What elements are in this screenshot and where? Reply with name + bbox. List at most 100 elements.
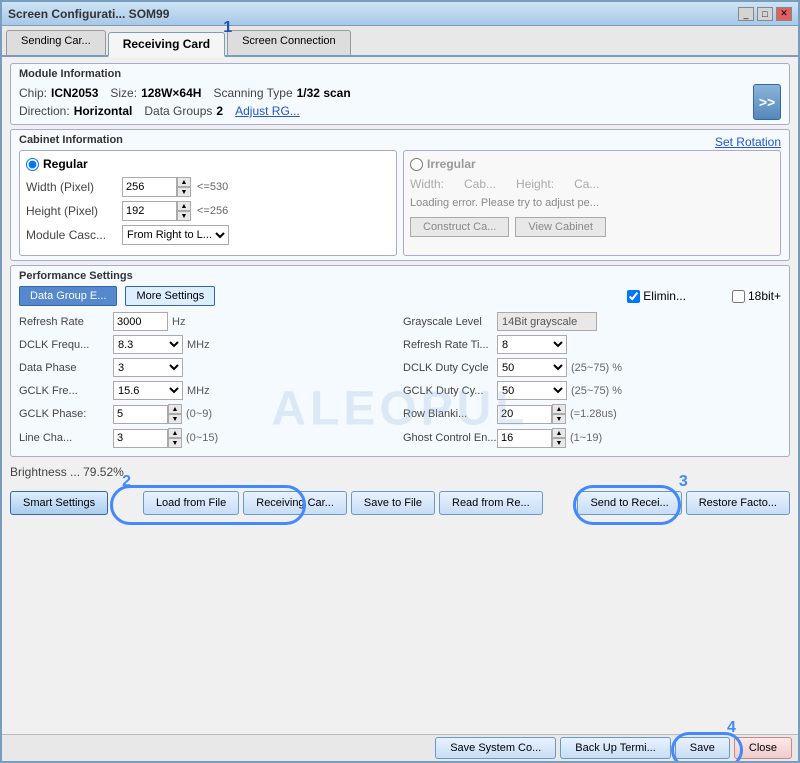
data-phase-label: Data Phase bbox=[19, 362, 109, 374]
irregular-buttons: Construct Ca... View Cabinet bbox=[410, 217, 774, 237]
ghost-control-spin-up[interactable]: ▲ bbox=[552, 428, 566, 438]
grayscale-row: Grayscale Level 14Bit grayscale bbox=[403, 312, 781, 331]
close-button[interactable]: ✕ bbox=[776, 7, 792, 21]
scanning-item: Scanning Type 1/32 scan bbox=[213, 86, 350, 100]
gclk-duty-cy-select[interactable]: 50 bbox=[497, 381, 567, 400]
height-row: Height (Pixel) ▲ ▼ <=256 bbox=[26, 201, 390, 221]
elimin-checkbox[interactable] bbox=[627, 290, 640, 303]
elimin-checkbox-label[interactable]: Elimin... bbox=[627, 289, 686, 303]
main-action-buttons: 2 Load from File Receiving Car... Save t… bbox=[112, 491, 573, 515]
maximize-button[interactable]: □ bbox=[757, 7, 773, 21]
title-bar: Screen Configurati... SOM99 _ □ ✕ bbox=[2, 2, 798, 26]
loading-error: Loading error. Please try to adjust pe..… bbox=[410, 197, 774, 209]
line-cha-spin-buttons: ▲ ▼ bbox=[168, 428, 182, 448]
line-cha-spin-down[interactable]: ▼ bbox=[168, 438, 182, 448]
construct-ca-button[interactable]: Construct Ca... bbox=[410, 217, 509, 237]
adjust-rg-item[interactable]: Adjust RG... bbox=[235, 104, 300, 118]
ghost-control-input[interactable] bbox=[497, 429, 552, 448]
data-group-button[interactable]: Data Group E... bbox=[19, 286, 117, 306]
ghost-control-spin-down[interactable]: ▼ bbox=[552, 438, 566, 448]
save-button[interactable]: Save bbox=[675, 737, 730, 759]
width-input[interactable] bbox=[122, 177, 177, 197]
regular-radio[interactable] bbox=[26, 158, 39, 171]
gclk-phase-label: GCLK Phase: bbox=[19, 408, 109, 420]
data-groups-item: Data Groups 2 bbox=[144, 104, 223, 118]
tab-screen-connection[interactable]: Screen Connection bbox=[227, 30, 351, 55]
minimize-button[interactable]: _ bbox=[738, 7, 754, 21]
irregular-radio[interactable] bbox=[410, 158, 423, 171]
gclk-phase-spinbox[interactable]: ▲ ▼ bbox=[113, 404, 182, 424]
cabinet-information-section: Cabinet Information Set Rotation Regular… bbox=[10, 129, 790, 261]
height-spin-down[interactable]: ▼ bbox=[177, 211, 191, 221]
irreg-ca-label: Ca... bbox=[574, 177, 599, 191]
arrow-forward-button[interactable]: >> bbox=[753, 84, 781, 120]
irregular-radio-label[interactable]: Irregular bbox=[410, 157, 774, 171]
refresh-rate-ti-select[interactable]: 8 bbox=[497, 335, 567, 354]
close-footer-button[interactable]: Close bbox=[734, 737, 792, 759]
irregular-panel: Irregular Width: Cab... Height: Ca... Lo… bbox=[403, 150, 781, 256]
line-cha-spinbox[interactable]: ▲ ▼ bbox=[113, 428, 182, 448]
dclk-duty-note: (25~75) % bbox=[571, 362, 622, 374]
performance-grid: Refresh Rate Hz DCLK Frequ... 8.3 MHz bbox=[19, 312, 781, 452]
dclk-duty-select[interactable]: 50 bbox=[497, 358, 567, 377]
row-blanki-spin-up[interactable]: ▲ bbox=[552, 404, 566, 414]
width-note: <=530 bbox=[197, 181, 228, 193]
width-spinbox[interactable]: ▲ ▼ bbox=[122, 177, 191, 197]
annotation-2: 2 bbox=[122, 473, 131, 491]
refresh-rate-ti-label: Refresh Rate Ti... bbox=[403, 339, 493, 351]
height-spin-up[interactable]: ▲ bbox=[177, 201, 191, 211]
bit18-checkbox[interactable] bbox=[732, 290, 745, 303]
line-cha-input[interactable] bbox=[113, 429, 168, 448]
gclk-duty-cy-note: (25~75) % bbox=[571, 385, 622, 397]
restore-facto-button[interactable]: Restore Facto... bbox=[686, 491, 790, 515]
more-settings-button[interactable]: More Settings bbox=[125, 286, 215, 306]
ghost-control-spinbox[interactable]: ▲ ▼ bbox=[497, 428, 566, 448]
bit18-checkbox-label[interactable]: 18bit+ bbox=[732, 289, 781, 303]
view-cabinet-button[interactable]: View Cabinet bbox=[515, 217, 606, 237]
receiving-card-button[interactable]: Receiving Car... bbox=[243, 491, 347, 515]
data-phase-select[interactable]: 3 bbox=[113, 358, 183, 377]
gclk-phase-spin-up[interactable]: ▲ bbox=[168, 404, 182, 414]
row-blanki-input[interactable] bbox=[497, 405, 552, 424]
send-button-container: 3 Send to Recei... bbox=[577, 491, 681, 515]
tab-receiving-card[interactable]: Receiving Card 1 bbox=[108, 32, 225, 57]
height-spinbox[interactable]: ▲ ▼ bbox=[122, 201, 191, 221]
performance-header: Data Group E... More Settings Elimin... … bbox=[19, 286, 781, 306]
row-blanki-spin-down[interactable]: ▼ bbox=[552, 414, 566, 424]
gclk-phase-input[interactable] bbox=[113, 405, 168, 424]
regular-radio-label[interactable]: Regular bbox=[26, 157, 390, 171]
read-from-re-button[interactable]: Read from Re... bbox=[439, 491, 543, 515]
module-cascade-select[interactable]: From Right to L... bbox=[122, 225, 229, 245]
send-to-recei-button[interactable]: Send to Recei... bbox=[577, 491, 681, 515]
dclk-duty-label: DCLK Duty Cycle bbox=[403, 362, 493, 374]
line-cha-spin-up[interactable]: ▲ bbox=[168, 428, 182, 438]
dclk-freq-select[interactable]: 8.3 bbox=[113, 335, 183, 354]
height-input[interactable] bbox=[122, 201, 177, 221]
cabinet-info-title: Cabinet Information bbox=[19, 134, 123, 146]
line-cha-note: (0~15) bbox=[186, 432, 218, 444]
save-system-co-button[interactable]: Save System Co... bbox=[435, 737, 556, 759]
row-blanki-spinbox[interactable]: ▲ ▼ bbox=[497, 404, 566, 424]
load-from-file-button[interactable]: Load from File bbox=[143, 491, 239, 515]
refresh-rate-input[interactable] bbox=[113, 312, 168, 331]
tab-sending-card[interactable]: Sending Car... bbox=[6, 30, 106, 55]
line-cha-label: Line Cha... bbox=[19, 432, 109, 444]
width-label: Width (Pixel) bbox=[26, 180, 116, 194]
adjust-rg-link[interactable]: Adjust RG... bbox=[235, 104, 300, 118]
irregular-labels: Width: Cab... Height: Ca... bbox=[410, 177, 774, 191]
gclk-phase-spin-down[interactable]: ▼ bbox=[168, 414, 182, 424]
gclk-fre-select[interactable]: 15.6 bbox=[113, 381, 183, 400]
ghost-control-note: (1~19) bbox=[570, 432, 602, 444]
width-spin-down[interactable]: ▼ bbox=[177, 187, 191, 197]
back-up-termi-button[interactable]: Back Up Termi... bbox=[560, 737, 671, 759]
smart-settings-button[interactable]: Smart Settings bbox=[10, 491, 108, 515]
save-to-file-button[interactable]: Save to File bbox=[351, 491, 435, 515]
width-spin-up[interactable]: ▲ bbox=[177, 177, 191, 187]
width-spin-buttons: ▲ ▼ bbox=[177, 177, 191, 197]
bit18-label: 18bit+ bbox=[748, 289, 781, 303]
size-item: Size: 128W×64H bbox=[110, 86, 201, 100]
set-rotation-link[interactable]: Set Rotation bbox=[715, 135, 781, 149]
height-spin-buttons: ▲ ▼ bbox=[177, 201, 191, 221]
row-blanki-label: Row Blanki... bbox=[403, 408, 493, 420]
height-label: Height (Pixel) bbox=[26, 204, 116, 218]
